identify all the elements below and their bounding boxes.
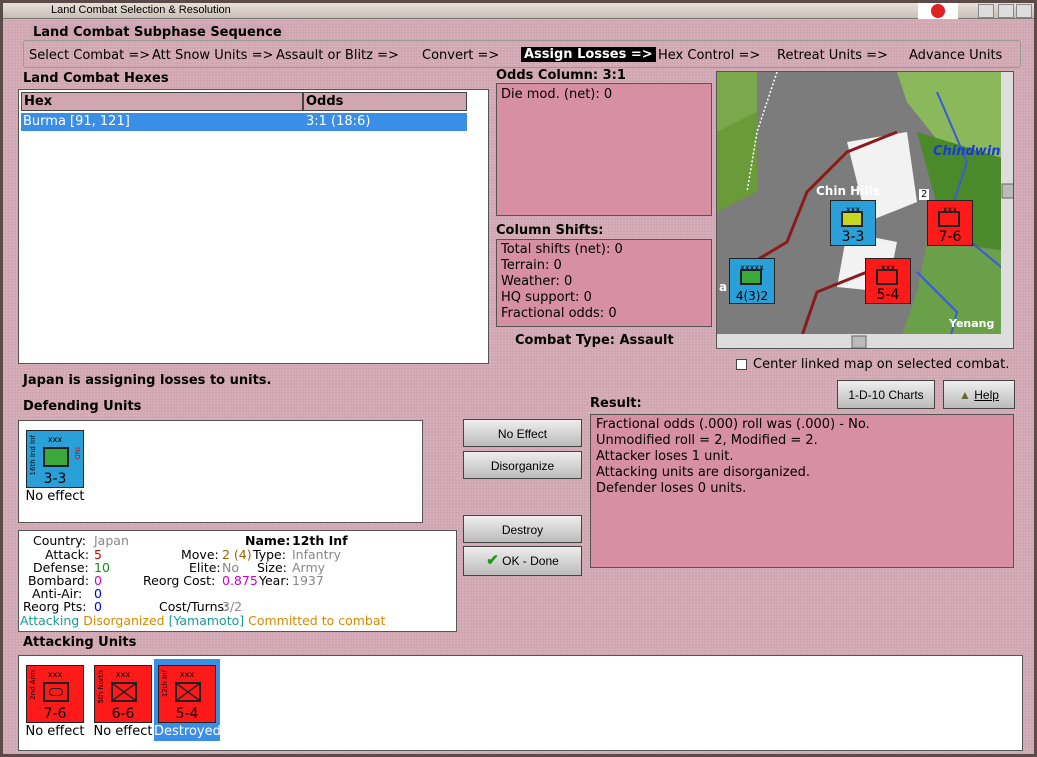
map-unit-counter[interactable]: xxx 7-6 <box>927 200 973 246</box>
cost-turns-label: Cost/Turns: <box>159 599 229 614</box>
seq-step-advance: Advance Units <box>909 48 1003 63</box>
row-hex: Burma [91, 121] <box>23 114 130 129</box>
ok-done-button[interactable]: ✔ OK - Done <box>463 546 582 576</box>
hex-column-header[interactable]: Hex <box>21 92 303 111</box>
shift-weather: Weather: 0 <box>501 274 573 289</box>
no-effect-button[interactable]: No Effect <box>463 419 582 447</box>
checkmark-icon: ✔ <box>486 552 499 569</box>
japan-flag-icon <box>918 3 958 19</box>
map-label-yenang: Yenang <box>949 317 995 330</box>
result-line: Fractional odds (.000) roll was (.000) -… <box>596 417 870 432</box>
reorg-cost-label: Reorg Cost: <box>143 573 216 588</box>
defending-unit-status: No effect <box>25 489 85 504</box>
reorg-pts-label: Reorg Pts: <box>23 599 87 614</box>
attacking-title: Attacking Units <box>23 635 137 650</box>
window-title: Land Combat Selection & Resolution <box>51 4 231 16</box>
flag-hq: [Yamamoto] <box>168 613 245 628</box>
unit-flags: Attacking Disorganized [Yamamoto] Commit… <box>20 613 385 628</box>
combat-window: Land Combat Selection & Resolution Land … <box>0 0 1037 757</box>
help-book-icon: ▲ <box>959 388 971 402</box>
destroy-button[interactable]: Destroy <box>463 515 582 543</box>
defending-list: 16th Ind Inf xxx IND 3-3 No effect <box>18 420 423 523</box>
flag-committed: Committed to combat <box>248 613 386 628</box>
minimize-button[interactable] <box>978 4 994 18</box>
year-label: Year: <box>259 573 290 588</box>
country-label: Country: <box>33 533 86 548</box>
close-button[interactable] <box>1016 4 1032 18</box>
attacking-list: 2nd Arm xxx 7-6 No effect 5th North xxx … <box>18 655 1023 751</box>
mini-map[interactable]: Chindwin Chin Hills Yenang a 2 xxx 3-3 xx… <box>716 71 1014 349</box>
shift-total: Total shifts (net): 0 <box>501 242 623 257</box>
center-map-label: Center linked map on selected combat. <box>753 357 1010 372</box>
seq-step-hex-control: Hex Control => <box>658 48 761 63</box>
combat-type: Combat Type: Assault <box>515 333 674 348</box>
map-label-chin-hills: Chin Hills <box>816 184 880 198</box>
attacking-unit-counter[interactable]: 2nd Arm xxx 7-6 <box>26 665 84 723</box>
result-panel: Fractional odds (.000) roll was (.000) -… <box>590 414 1014 568</box>
help-button[interactable]: ▲ Help <box>943 380 1015 409</box>
reorg-cost-value: 0.875 <box>222 573 258 588</box>
attacking-unit-status: Destroyed <box>154 724 221 739</box>
attacking-unit-status: No effect <box>25 724 85 739</box>
hexes-title: Land Combat Hexes <box>23 71 169 86</box>
hex-table: Hex Odds Burma [91, 121] 3:1 (18:6) <box>18 89 489 364</box>
maximize-button[interactable] <box>998 4 1014 18</box>
defending-unit-counter[interactable]: 16th Ind Inf xxx IND 3-3 <box>26 430 84 488</box>
title-bar: Land Combat Selection & Resolution <box>3 3 1034 19</box>
result-line: Attacking units are disorganized. <box>596 465 810 480</box>
name-value: 12th Inf <box>292 533 348 548</box>
help-label: Help <box>974 388 999 402</box>
map-label-chindwin: Chindwin <box>933 144 1001 159</box>
shift-hq: HQ support: 0 <box>501 290 592 305</box>
result-line: Defender loses 0 units. <box>596 481 747 496</box>
year-value: 1937 <box>292 573 324 588</box>
table-row[interactable]: Burma [91, 121] 3:1 (18:6) <box>21 113 467 131</box>
seq-step-convert: Convert => <box>422 48 500 63</box>
stack-count: 2 <box>919 189 930 200</box>
charts-button[interactable]: 1-D-10 Charts <box>837 380 935 409</box>
odds-panel: Die mod. (net): 0 <box>496 83 712 216</box>
seq-step-retreat: Retreat Units => <box>777 48 888 63</box>
seq-step-select-combat: Select Combat => <box>29 48 151 63</box>
disorganize-button[interactable]: Disorganize <box>463 451 582 479</box>
shift-fractional: Fractional odds: 0 <box>501 306 617 321</box>
sequence-title: Land Combat Subphase Sequence <box>31 25 284 40</box>
die-mod-text: Die mod. (net): 0 <box>501 87 613 102</box>
attacking-unit-counter[interactable]: 5th North xxx 6-6 <box>94 665 152 723</box>
result-title: Result: <box>590 396 642 411</box>
defending-title: Defending Units <box>23 399 142 414</box>
attacking-unit-counter[interactable]: 12th Inf xxx 5-4 <box>158 665 216 723</box>
odds-column-header[interactable]: Odds <box>303 92 467 111</box>
shifts-title: Column Shifts: <box>496 223 604 238</box>
seq-step-att-snow: Att Snow Units => <box>152 48 274 63</box>
ok-done-label: OK - Done <box>502 554 559 568</box>
flag-disorganized: Disorganized <box>83 613 165 628</box>
shift-terrain: Terrain: 0 <box>501 258 562 273</box>
status-message: Japan is assigning losses to units. <box>23 373 272 388</box>
odds-title: Odds Column: 3:1 <box>496 68 626 83</box>
attacking-unit-status: No effect <box>93 724 153 739</box>
name-label: Name: <box>245 533 291 548</box>
center-map-checkbox[interactable] <box>736 359 747 370</box>
flag-attacking: Attacking <box>20 613 80 628</box>
nationality-tag: IND <box>73 447 81 460</box>
result-line: Unmodified roll = 2, Modified = 2. <box>596 433 818 448</box>
cost-turns-value: 3/2 <box>222 599 243 614</box>
shifts-panel: Total shifts (net): 0 Terrain: 0 Weather… <box>496 239 712 327</box>
result-line: Attacker loses 1 unit. <box>596 449 734 464</box>
seq-step-assign-losses-active: Assign Losses => <box>521 47 656 62</box>
reorg-pts-value: 0 <box>94 599 102 614</box>
map-label-a: a <box>719 280 728 294</box>
unit-details-panel: Country: Japan Attack: 5 Defense: 10 Bombar… <box>18 530 457 632</box>
row-odds: 3:1 (18:6) <box>306 114 371 129</box>
map-unit-counter[interactable]: xxx 3-3 <box>830 200 876 246</box>
map-unit-counter[interactable]: xxx 5-4 <box>865 258 911 304</box>
country-value: Japan <box>94 533 129 548</box>
map-unit-counter[interactable]: xxxxx 4(3)2 <box>729 258 775 304</box>
seq-step-assault-blitz: Assault or Blitz => <box>276 48 399 63</box>
